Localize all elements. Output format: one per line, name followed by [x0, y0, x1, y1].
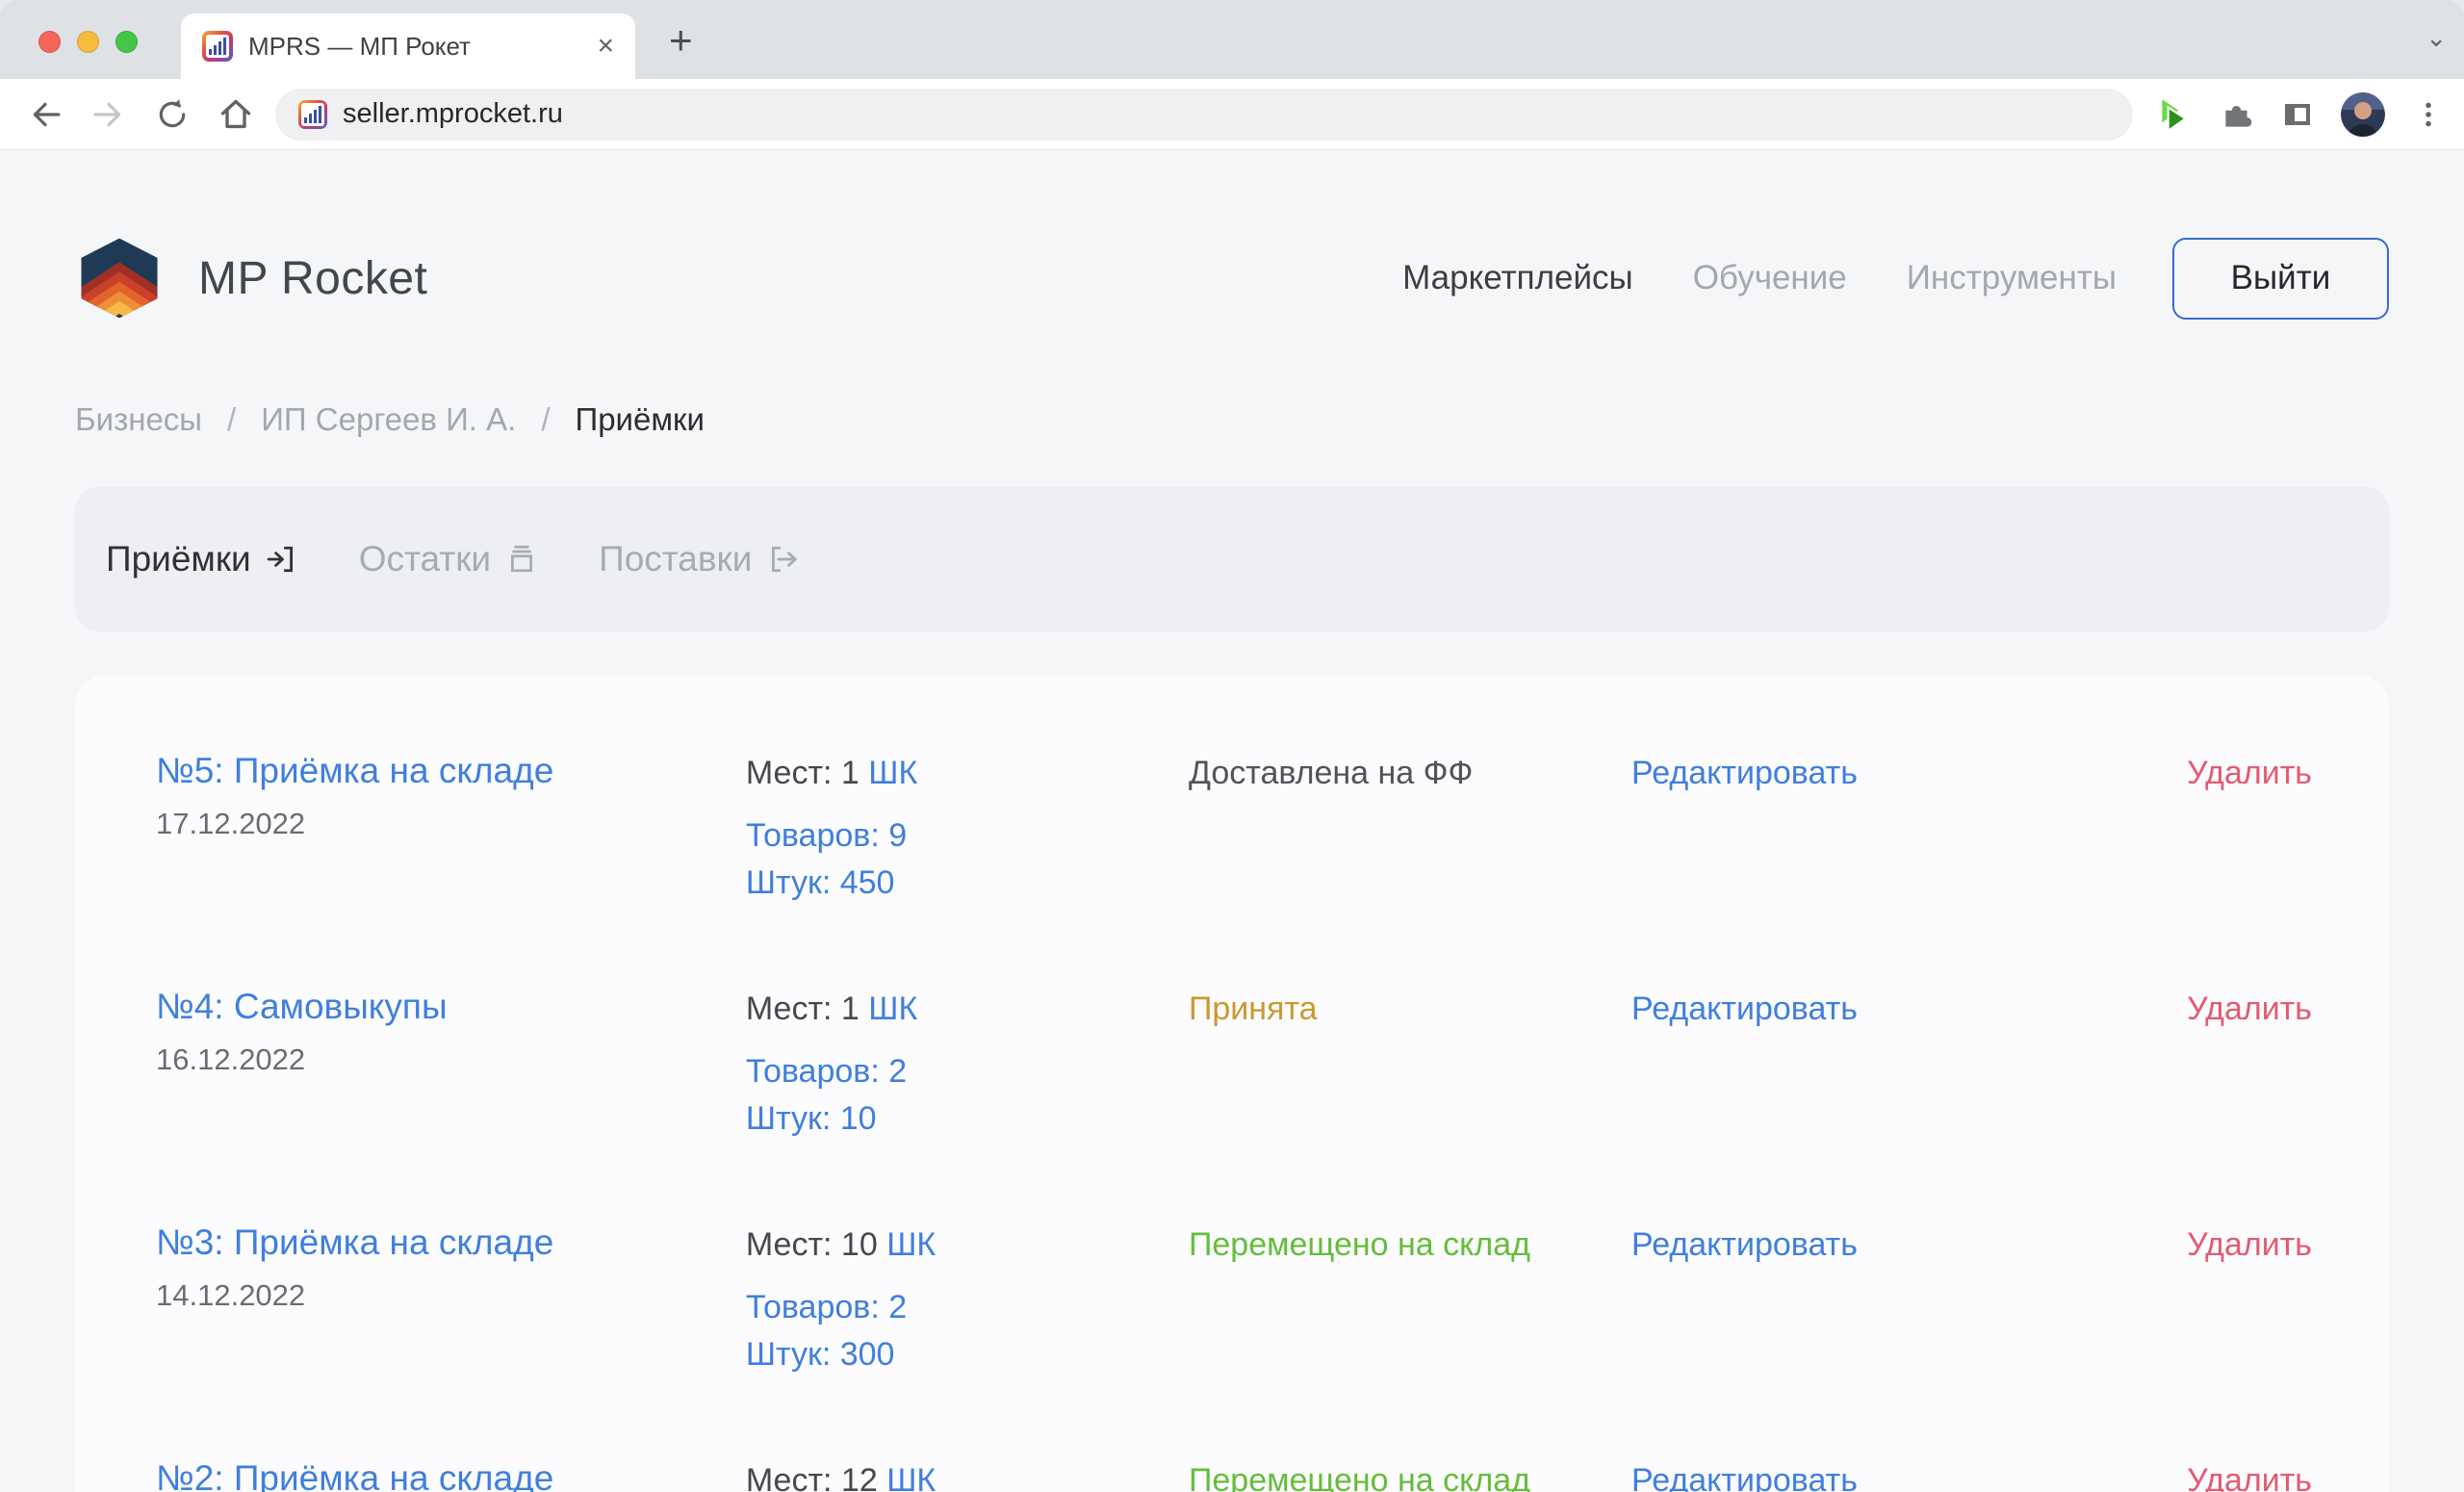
tab-stock-label: Остатки — [359, 539, 491, 579]
back-icon[interactable] — [27, 96, 64, 133]
delete-link[interactable]: Удалить — [2187, 1226, 2312, 1263]
edit-link[interactable]: Редактировать — [1631, 1226, 1858, 1263]
reception-row: №4: Самовыкупы 16.12.2022 Мест: 1 ШК Тов… — [156, 987, 2312, 1222]
breadcrumb: Бизнесы / ИП Сергеев И. А. / Приёмки — [75, 401, 705, 438]
status-text: Перемещено на склад — [1189, 1226, 1530, 1263]
reception-date: 17.12.2022 — [156, 807, 746, 841]
site-favicon-icon — [298, 100, 327, 129]
mp-rocket-logo-icon — [75, 238, 164, 319]
close-window-button[interactable] — [38, 31, 61, 53]
url-text: seller.mprocket.ru — [343, 98, 563, 130]
site-favicon-icon — [202, 31, 233, 62]
tab-close-icon[interactable]: × — [597, 30, 614, 63]
browser-tab[interactable]: MPRS — МП Рокет × — [181, 13, 635, 79]
nav-item-training[interactable]: Обучение — [1693, 259, 1847, 297]
forward-icon[interactable] — [90, 96, 127, 133]
browser-menu-icon[interactable] — [2410, 96, 2447, 133]
reception-date: 14.12.2022 — [156, 1278, 746, 1313]
logout-icon — [767, 544, 798, 575]
browser-window: MPRS — МП Рокет × + ⌄ seller.mprock — [0, 0, 2464, 1492]
reception-row: №5: Приёмка на складе 17.12.2022 Мест: 1… — [156, 751, 2312, 987]
site-header: MP Rocket Маркетплейсы Обучение Инструме… — [75, 237, 2389, 320]
edit-link[interactable]: Редактировать — [1631, 755, 1858, 791]
barcode-link[interactable]: ШК — [868, 990, 917, 1027]
status-text: Доставлена на ФФ — [1189, 755, 1473, 791]
tab-search-chevron-icon[interactable]: ⌄ — [2426, 23, 2447, 53]
barcode-link[interactable]: ШК — [886, 1226, 936, 1263]
delete-link[interactable]: Удалить — [2187, 990, 2312, 1027]
section-tabs: Приёмки Остатки Поставки — [75, 487, 2389, 631]
delete-link[interactable]: Удалить — [2187, 1462, 2312, 1492]
browser-tab-strip: MPRS — МП Рокет × + ⌄ — [0, 0, 2464, 79]
units-link[interactable]: Штук: 10 — [746, 1100, 1189, 1138]
edit-link[interactable]: Редактировать — [1631, 990, 1858, 1027]
places-label: Мест: 1 — [746, 990, 860, 1027]
address-bar[interactable]: seller.mprocket.ru — [275, 89, 2133, 141]
main-nav: Маркетплейсы Обучение Инструменты — [1402, 259, 2117, 297]
browser-toolbar: seller.mprocket.ru — [0, 79, 2464, 150]
breadcrumb-separator: / — [227, 401, 236, 438]
reception-row: №2: Приёмка на складе Мест: 12 ШК Переме… — [156, 1458, 2312, 1492]
edit-link[interactable]: Редактировать — [1631, 1462, 1858, 1492]
reception-link[interactable]: №4: Самовыкупы — [156, 987, 746, 1027]
nav-item-tools[interactable]: Инструменты — [1907, 259, 2117, 297]
breadcrumb-business-name[interactable]: ИП Сергеев И. А. — [261, 401, 516, 438]
status-text: Принята — [1189, 990, 1318, 1027]
delete-link[interactable]: Удалить — [2187, 755, 2312, 791]
stock-box-icon — [506, 544, 537, 575]
products-link[interactable]: Товаров: 9 — [746, 817, 1189, 855]
tab-receptions[interactable]: Приёмки — [106, 539, 297, 579]
brand[interactable]: MP Rocket — [75, 238, 427, 319]
places-label: Мест: 1 — [746, 755, 860, 791]
products-link[interactable]: Товаров: 2 — [746, 1289, 1189, 1326]
nav-item-marketplaces[interactable]: Маркетплейсы — [1402, 259, 1633, 297]
units-link[interactable]: Штук: 450 — [746, 864, 1189, 902]
window-controls — [38, 31, 138, 53]
profile-avatar[interactable] — [2341, 92, 2385, 137]
logout-button[interactable]: Выйти — [2172, 238, 2389, 320]
reception-row: №3: Приёмка на складе 14.12.2022 Мест: 1… — [156, 1222, 2312, 1458]
zoom-window-button[interactable] — [116, 31, 138, 53]
breadcrumb-businesses[interactable]: Бизнесы — [75, 401, 202, 438]
products-link[interactable]: Товаров: 2 — [746, 1053, 1189, 1091]
tab-supplies-label: Поставки — [599, 539, 752, 579]
barcode-link[interactable]: ШК — [868, 755, 917, 791]
reception-link[interactable]: №5: Приёмка на складе — [156, 751, 746, 791]
brand-name: MP Rocket — [198, 252, 427, 305]
reception-date: 16.12.2022 — [156, 1042, 746, 1077]
login-icon — [267, 544, 297, 575]
extensions-puzzle-icon[interactable] — [2218, 96, 2254, 133]
units-link[interactable]: Штук: 300 — [746, 1336, 1189, 1374]
minimize-window-button[interactable] — [77, 31, 99, 53]
tab-stock[interactable]: Остатки — [359, 539, 537, 579]
tab-supplies[interactable]: Поставки — [599, 539, 798, 579]
places-label: Мест: 12 — [746, 1462, 878, 1492]
status-text: Перемещено на склад — [1189, 1462, 1530, 1492]
page-body: MP Rocket Маркетплейсы Обучение Инструме… — [0, 151, 2464, 1492]
tab-title: MPRS — МП Рокет — [248, 32, 581, 62]
breadcrumb-receptions: Приёмки — [575, 401, 704, 438]
reception-link[interactable]: №2: Приёмка на складе — [156, 1458, 746, 1492]
reception-link[interactable]: №3: Приёмка на складе — [156, 1222, 746, 1263]
side-panel-icon[interactable] — [2279, 96, 2316, 133]
barcode-link[interactable]: ШК — [886, 1462, 936, 1492]
home-icon[interactable] — [218, 96, 254, 133]
reload-icon[interactable] — [154, 96, 191, 133]
new-tab-button[interactable]: + — [669, 17, 693, 64]
breadcrumb-separator: / — [541, 401, 550, 438]
places-label: Мест: 10 — [746, 1226, 878, 1263]
tab-receptions-label: Приёмки — [106, 539, 251, 579]
receptions-list-card: №5: Приёмка на складе 17.12.2022 Мест: 1… — [75, 676, 2389, 1492]
green-extension-icon[interactable] — [2156, 96, 2193, 133]
